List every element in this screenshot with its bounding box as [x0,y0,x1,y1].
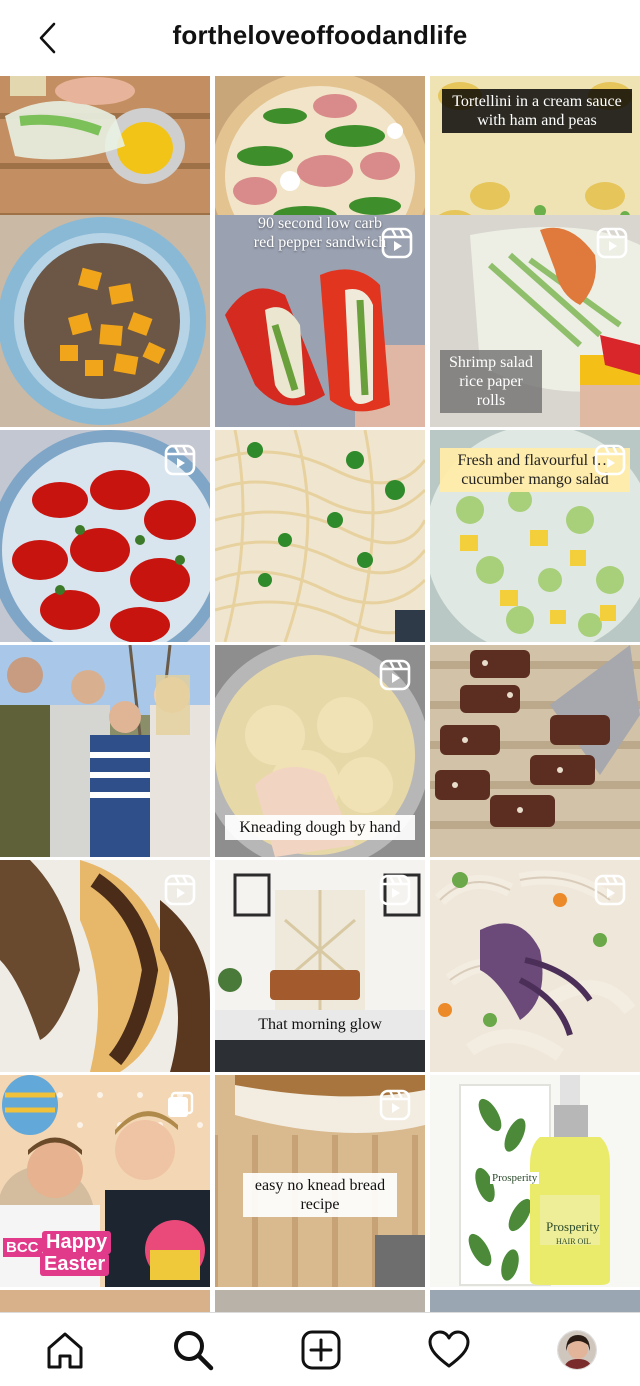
multi-post-icon [168,1091,194,1117]
tile-squid-pasta-salad[interactable] [430,860,640,1072]
create-post-icon [301,1330,341,1370]
tile-mango-bowl[interactable] [0,215,210,427]
reel-icon [379,874,411,906]
avatar-image [558,1331,596,1369]
tile-image [215,430,425,642]
tile-image [0,1290,210,1312]
tile-pepper-sandwich[interactable]: 90 second low carb red pepper sandwich [215,215,425,427]
tile-partial-1[interactable] [0,1290,210,1312]
tile-shrimp-salad-rolls[interactable]: Shrimp salad rice paper rolls [430,215,640,427]
tile-chocolate-salami[interactable] [430,645,640,857]
back-button[interactable] [28,18,68,58]
nav-search-button[interactable] [168,1325,218,1375]
explore-grid: Tortellini in a cream sauce with ham and… [0,76,640,1312]
tile-caption: easy no knead bread recipe [243,1173,397,1217]
tile-cucumber-mango-salad[interactable]: Fresh and flavourful t… cucumber mango s… [430,430,640,642]
tile-happy-easter[interactable]: BCC Happy Easter [0,1075,210,1287]
tile-caption: Shrimp salad rice paper rolls [440,350,542,413]
easter-badge: BCC [3,1238,42,1257]
tile-image [215,1290,425,1312]
reel-icon [596,227,628,259]
tile-image [430,645,640,857]
tile-partial-2[interactable] [215,1290,425,1312]
reel-icon [379,1089,411,1121]
reel-icon [594,444,626,476]
nav-activity-button[interactable] [424,1325,474,1375]
tile-image [0,215,210,427]
nav-create-button[interactable] [296,1325,346,1375]
tile-caption: 90 second low carb red pepper sandwich [253,215,387,251]
tile-family-photo[interactable] [0,645,210,857]
tile-caption: Kneading dough by hand [225,815,415,840]
profile-avatar [557,1330,597,1370]
tile-spaghetti[interactable] [215,430,425,642]
reel-icon [164,444,196,476]
tile-caption: That morning glow [258,1016,382,1033]
tile-kneading-dough[interactable]: Kneading dough by hand [215,645,425,857]
nav-profile-button[interactable] [552,1325,602,1375]
easter-text-happy: Happy [42,1231,112,1254]
bottom-nav [0,1312,640,1386]
page-title: fortheloveoffoodandlife [172,20,468,50]
chevron-left-icon [39,22,56,54]
tile-morning-glow-room[interactable]: That morning glow [215,860,425,1072]
tile-caption: Tortellini in a cream sauce with ham and… [442,89,632,133]
heart-icon [428,1330,470,1368]
home-icon [47,1332,83,1369]
reel-icon [164,874,196,906]
product-label-1: Prosperity [490,1172,540,1184]
product-label-2: Prosperity [546,1219,600,1234]
reel-icon [594,874,626,906]
nav-home-button[interactable] [40,1325,90,1375]
reel-icon [381,227,413,259]
tile-babka-bread[interactable] [0,860,210,1072]
tile-partial-3[interactable] [430,1290,640,1312]
product-label-3: HAIR OIL [556,1237,591,1246]
tile-no-knead-bread[interactable]: easy no knead bread recipe [215,1075,425,1287]
reel-icon [379,659,411,691]
top-bar: fortheloveoffoodandlife [0,0,640,74]
easter-text-easter: Easter [40,1253,110,1276]
tile-hair-oil[interactable]: Prosperity Prosperity HAIR OIL [430,1075,640,1287]
search-icon [174,1331,214,1371]
tile-roasted-peppers[interactable] [0,430,210,642]
tile-image [430,1290,640,1312]
tile-image [0,645,210,857]
